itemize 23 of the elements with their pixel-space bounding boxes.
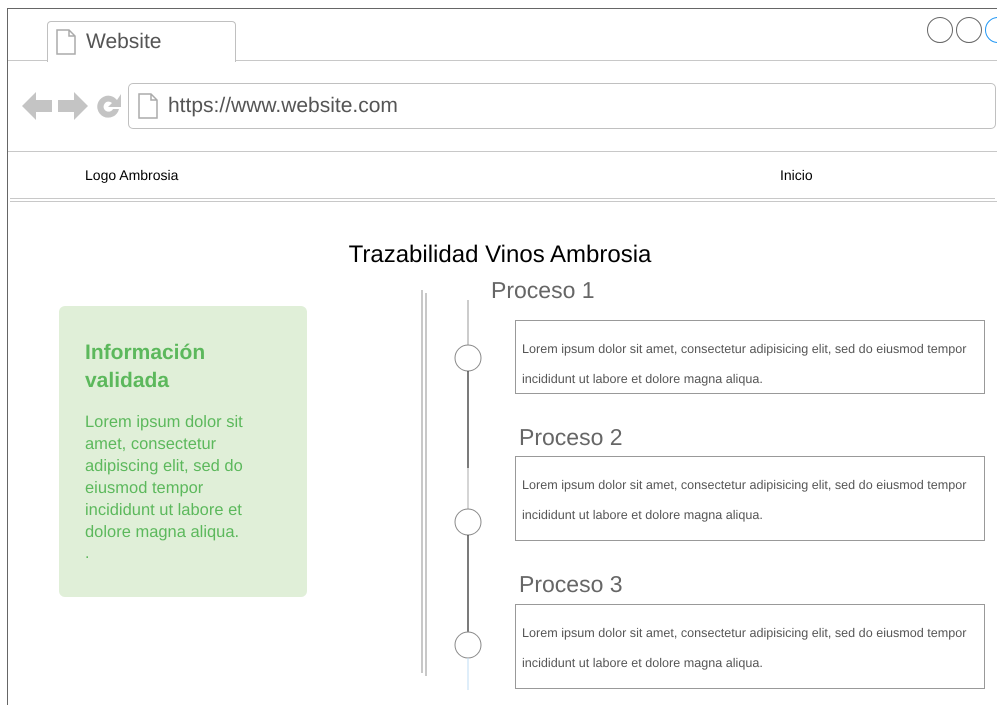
page-icon — [138, 93, 158, 119]
window-control-icon[interactable] — [956, 17, 982, 43]
tab-title: Website — [86, 29, 162, 56]
address-bar[interactable]: https://www.website.com — [128, 83, 996, 129]
process-text: Lorem ipsum dolor sit amet, consectetur adipisicing elit, sed do eiusmod tempor incididunt ut labore et dolore magna aliqua. — [522, 477, 967, 524]
process-text: Lorem ipsum dolor sit amet, consectetur adipisicing elit, sed do eiusmod tempor incididunt ut labore et dolore magna aliqua. — [522, 341, 967, 388]
window-control-icon[interactable] — [927, 17, 953, 43]
logo-text[interactable]: Logo Ambrosia — [85, 164, 178, 186]
process-text: Lorem ipsum dolor sit amet, consectetur adipisicing elit, sed do eiusmod tempor incididunt ut labore et dolore magna aliqua. — [522, 625, 967, 672]
page-icon — [56, 29, 76, 55]
url-text: https://www.website.com — [168, 93, 398, 120]
process-title: Proceso 1 — [490, 277, 595, 303]
forward-arrow-icon[interactable] — [58, 92, 88, 120]
card-text: Lorem ipsum dolor sit amet, consectetur adipiscing elit, sed do eiusmod tempor incididunt ut labore et dolore magna aliqua. — [85, 412, 244, 543]
page-title: Trazabilidad Vinos Ambrosia — [348, 240, 652, 270]
process-title: Proceso 3 — [518, 571, 623, 597]
card-title: Información validada — [85, 340, 206, 394]
browser-tab[interactable]: Website — [47, 21, 236, 62]
nav-link[interactable]: Inicio — [780, 164, 813, 186]
process-title: Proceso 2 — [518, 424, 623, 450]
card-footnote: . — [85, 544, 90, 564]
reload-icon[interactable] — [94, 92, 122, 120]
back-arrow-icon[interactable] — [22, 92, 52, 120]
